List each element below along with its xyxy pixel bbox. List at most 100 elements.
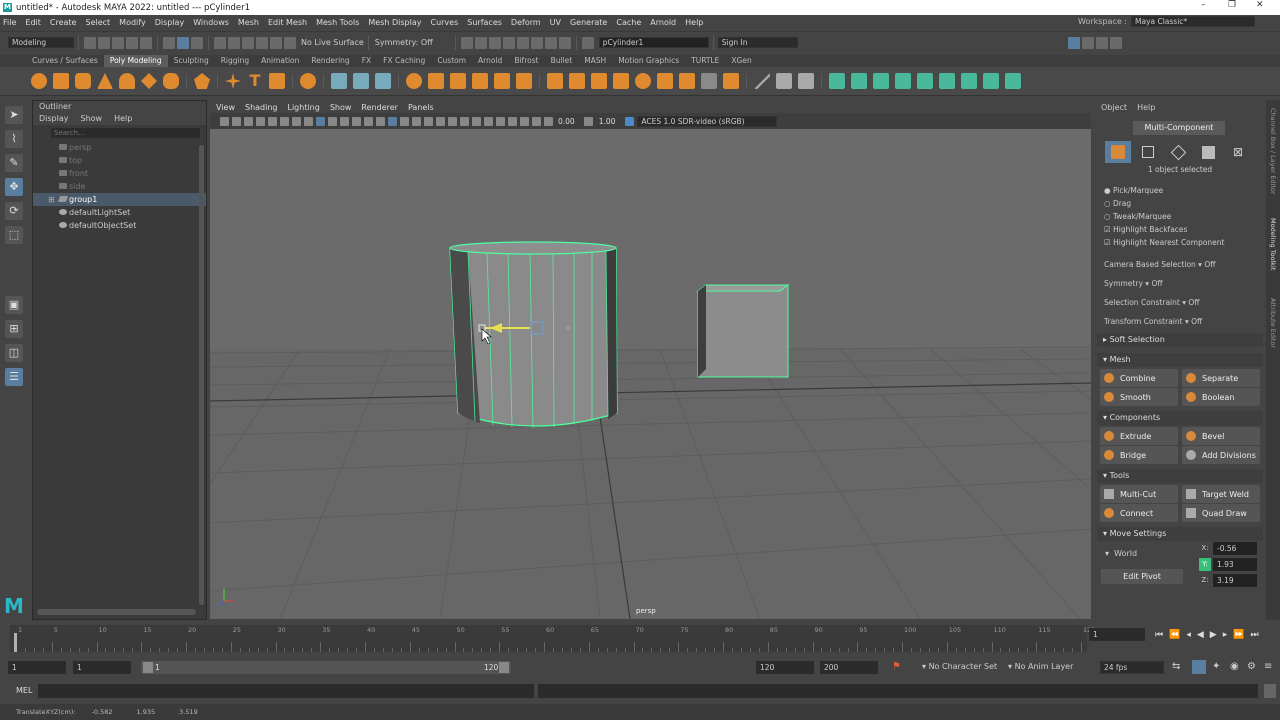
snap-point-icon[interactable] — [242, 36, 254, 49]
menu-mesh-tools[interactable]: Mesh Tools — [315, 18, 360, 27]
outliner-item-front[interactable]: front — [33, 167, 206, 180]
uv-automatic-icon[interactable] — [895, 73, 911, 89]
menu-generate[interactable]: Generate — [569, 18, 608, 27]
soft-selection-section[interactable]: ▸ Soft Selection — [1097, 333, 1263, 347]
tweak-marquee-option[interactable]: ○ Tweak/Marquee — [1097, 210, 1263, 223]
range-start-handle[interactable] — [143, 662, 153, 673]
toolkit-menu-object[interactable]: Object — [1101, 103, 1127, 112]
outliner-menu-display[interactable]: Display — [39, 114, 69, 123]
xray-joints-icon[interactable] — [519, 116, 529, 126]
camera-attributes-icon[interactable] — [231, 116, 241, 126]
mesh-section[interactable]: ▾ Mesh — [1097, 353, 1263, 367]
bevel-button[interactable]: Bevel — [1182, 427, 1260, 445]
uv-cylindrical-icon[interactable] — [873, 73, 889, 89]
rotate-tool-icon[interactable]: ⟳ — [5, 202, 23, 220]
undo-icon[interactable] — [126, 36, 138, 49]
chamfer-icon[interactable] — [701, 73, 717, 89]
select-hierarchy-icon[interactable] — [163, 36, 175, 49]
use-all-lights-icon[interactable] — [435, 116, 445, 126]
poke-icon[interactable] — [679, 73, 695, 89]
menu-windows[interactable]: Windows — [192, 18, 230, 27]
paint-select-tool-icon[interactable]: ✎ — [5, 154, 23, 172]
cache-icon[interactable]: ◉ — [1230, 661, 1239, 672]
vp-menu-panels[interactable]: Panels — [408, 103, 434, 112]
boolean-button[interactable]: Boolean — [1182, 388, 1260, 406]
type-tool-icon[interactable]: T — [247, 73, 263, 89]
attribute-editor-tab[interactable]: Attribute Editor — [1269, 298, 1277, 358]
animation-start-field[interactable]: 1 — [8, 661, 66, 674]
bridge-icon[interactable] — [569, 73, 585, 89]
wireframe-on-shaded-icon[interactable] — [411, 116, 421, 126]
close-button[interactable]: ✕ — [1256, 0, 1264, 10]
shelf-tab-fx[interactable]: FX — [356, 55, 377, 67]
script-language-button[interactable]: MEL — [16, 686, 32, 695]
hypershade-icon[interactable] — [502, 36, 515, 49]
outliner-menu-help[interactable]: Help — [114, 114, 132, 123]
select-component-icon[interactable] — [191, 36, 203, 49]
smooth-button[interactable]: Smooth — [1100, 388, 1178, 406]
snap-curve-icon[interactable] — [228, 36, 240, 49]
colorspace-dropdown[interactable]: ACES 1.0 SDR-video (sRGB) — [637, 115, 778, 127]
uv-mode-icon[interactable]: ⊠ — [1225, 141, 1251, 163]
new-scene-icon[interactable] — [84, 36, 96, 49]
shelf-tab-xgen[interactable]: XGen — [725, 55, 757, 67]
toolkit-menu-help[interactable]: Help — [1137, 103, 1155, 112]
move-settings-section[interactable]: ▾ Move Settings — [1097, 527, 1263, 541]
2d-pan-zoom-icon[interactable] — [267, 116, 277, 126]
menu-mesh[interactable]: Mesh — [237, 18, 260, 27]
minimize-button[interactable]: – — [1201, 0, 1206, 10]
pick-marquee-option[interactable]: ● Pick/Marquee — [1097, 184, 1263, 197]
poly-cube-icon[interactable] — [53, 73, 69, 89]
boolean-difference-icon[interactable] — [494, 73, 510, 89]
step-back-key-icon[interactable]: ⏪ — [1169, 630, 1180, 640]
step-back-frame-icon[interactable]: ◂ — [1186, 630, 1191, 640]
isolate-select-icon[interactable] — [495, 116, 505, 126]
live-surface-label[interactable]: No Live Surface — [301, 38, 364, 47]
channel-box-icon[interactable] — [1109, 36, 1122, 49]
space-dropdown[interactable]: ▾ World — [1101, 547, 1181, 561]
snap-surface-icon[interactable] — [270, 36, 282, 49]
camera-based-selection-option[interactable]: Camera Based Selection ▾ Off — [1097, 255, 1263, 274]
exposure-value[interactable]: 0.00 — [558, 117, 575, 126]
textured-icon[interactable] — [423, 116, 433, 126]
shelf-tab-poly-modeling[interactable]: Poly Modeling — [103, 55, 168, 67]
outliner-v-scrollbar[interactable] — [199, 145, 204, 605]
expand-icon[interactable]: ⊞ — [48, 193, 55, 206]
gamma-value[interactable]: 1.00 — [599, 117, 616, 126]
animation-end-field[interactable]: 200 — [820, 661, 878, 674]
quad-draw-button[interactable]: Quad Draw — [1182, 504, 1260, 522]
attribute-editor-icon[interactable] — [1081, 36, 1094, 49]
open-scene-icon[interactable] — [98, 36, 110, 49]
selection-constraint-option[interactable]: Selection Constraint ▾ Off — [1097, 293, 1263, 312]
shelf-tab-rendering[interactable]: Rendering — [305, 55, 355, 67]
vp-menu-renderer[interactable]: Renderer — [361, 103, 398, 112]
poly-plane-icon[interactable] — [141, 73, 157, 89]
gamma-icon[interactable] — [584, 116, 594, 126]
save-scene-icon[interactable] — [112, 36, 124, 49]
input-box-icon[interactable] — [581, 36, 594, 49]
poly-sphere-icon[interactable] — [31, 73, 47, 89]
append-polygon-icon[interactable] — [635, 73, 651, 89]
shelf-tab-arnold[interactable]: Arnold — [472, 55, 508, 67]
xray-icon[interactable] — [507, 116, 517, 126]
snap-grid-icon[interactable] — [214, 36, 226, 49]
single-perspective-layout-icon[interactable]: ▣ — [5, 296, 23, 314]
playback-speed-icon[interactable]: ✦ — [1212, 661, 1220, 672]
fps-dropdown[interactable]: 24 fps — [1100, 661, 1164, 674]
multi-component-button[interactable]: Multi-Component — [1133, 121, 1225, 135]
safe-title-icon[interactable] — [363, 116, 373, 126]
menu-surfaces[interactable]: Surfaces — [466, 18, 503, 27]
uv-spherical-icon[interactable] — [917, 73, 933, 89]
wedge-icon[interactable] — [657, 73, 673, 89]
render-settings-icon[interactable] — [488, 36, 501, 49]
two-pane-layout-icon[interactable]: ◫ — [5, 344, 23, 362]
menu-set-dropdown[interactable]: Modeling — [8, 37, 74, 48]
timeline-ruler[interactable]: 1 5 10 15 20 25 30 35 40 45 50 55 60 65 70 75 80 85 90 95 10… — [10, 625, 1095, 652]
uv-planar-icon[interactable] — [851, 73, 867, 89]
combine-icon[interactable] — [375, 73, 391, 89]
scale-tool-icon[interactable]: ⬚ — [5, 226, 23, 244]
playblast-icon[interactable] — [544, 36, 557, 49]
go-to-end-icon[interactable]: ⏭ — [1250, 630, 1258, 640]
grid-toggle-icon[interactable] — [291, 116, 301, 126]
step-forward-key-icon[interactable]: ⏩ — [1233, 630, 1244, 640]
